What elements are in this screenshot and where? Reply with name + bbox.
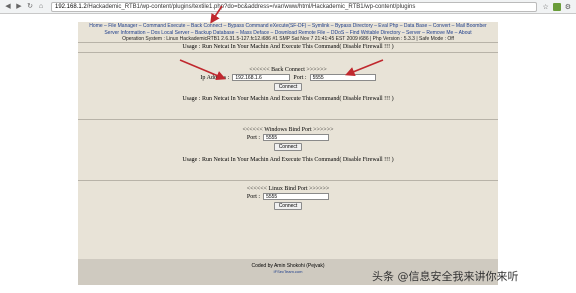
arrow-to-back-connect (210, 5, 223, 24)
watermark: 头条 @信息安全我来讲你来听 (372, 270, 519, 283)
annotation-arrows (179, 5, 384, 80)
arrow-to-port (345, 59, 384, 77)
arrow-to-ip-address (179, 59, 226, 80)
